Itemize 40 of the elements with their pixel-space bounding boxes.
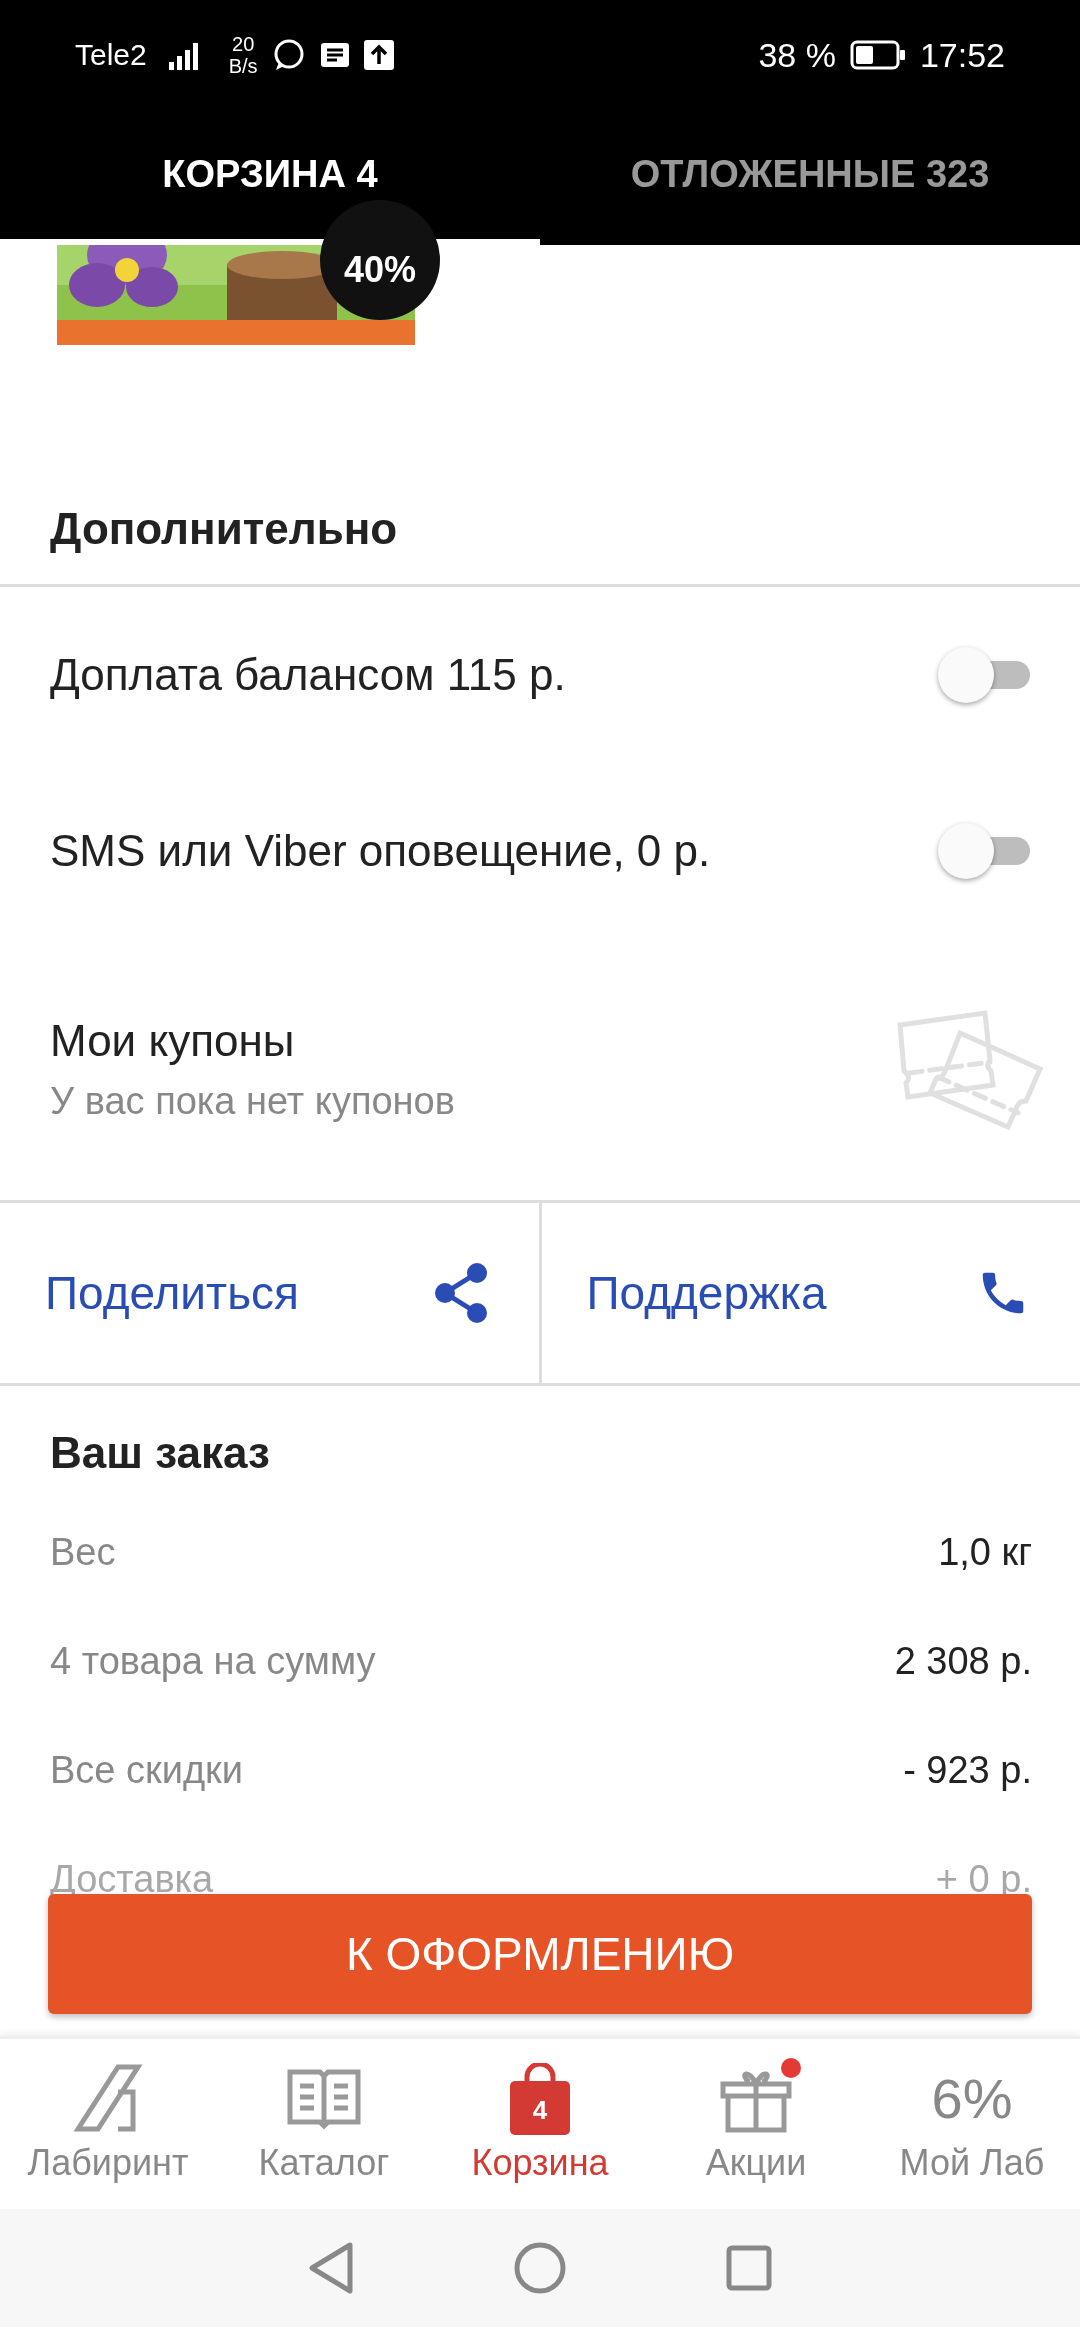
battery-icon	[849, 40, 906, 70]
clock: 17:52	[919, 35, 1005, 75]
message-icon	[319, 41, 350, 69]
book-icon	[286, 2068, 362, 2130]
option-label: SMS или Viber оповещение, 0 р.	[50, 826, 711, 876]
bag-icon	[510, 2063, 570, 2135]
toggle-switch[interactable]	[938, 647, 1030, 703]
section-title: Ваш заказ	[49, 1427, 271, 1479]
battery-percent: 38 %	[758, 35, 836, 75]
net-speed: 20	[232, 33, 255, 55]
carrier-name: Tele2	[75, 38, 147, 72]
net-speed-unit: B/s	[228, 55, 258, 77]
back-icon[interactable]	[308, 2241, 354, 2295]
option-label: Доплата балансом 115 р.	[50, 650, 566, 700]
summary-value: - 923 р.	[903, 1749, 1032, 1792]
summary-label: Все скидки	[50, 1749, 243, 1792]
upload-icon	[363, 40, 394, 70]
checkout-button[interactable]: К ОФОРМЛЕНИЮ	[48, 1894, 1032, 2014]
coupons-title: Мои купоны	[50, 1016, 296, 1066]
home-icon[interactable]	[514, 2242, 566, 2294]
cart-count: 4	[532, 2095, 548, 2125]
toggle-switch[interactable]	[938, 823, 1030, 879]
recents-icon[interactable]	[726, 2245, 772, 2291]
action-button[interactable]: Поделиться	[0, 1203, 539, 1383]
summary-label: Вес	[50, 1531, 116, 1574]
nav-item[interactable]: Каталог	[216, 2039, 432, 2209]
bonus-percent: 6%	[931, 2066, 1013, 2132]
summary-label: 4 товара на сумму	[50, 1640, 376, 1683]
action-button[interactable]: Поддержка	[538, 1203, 1080, 1383]
summary-value: 2 308 р.	[894, 1640, 1032, 1683]
nav-item[interactable]: Акции	[648, 2039, 864, 2209]
share-icon	[432, 1262, 489, 1324]
logo-icon	[73, 2064, 143, 2134]
nav-item[interactable]: 4 Корзина	[432, 2039, 648, 2209]
nav-item[interactable]: Лабиринт	[0, 2039, 216, 2209]
coupons-subtitle: У вас пока нет купонов	[50, 1080, 455, 1123]
summary-value: 1,0 кг	[938, 1531, 1032, 1574]
section-title: Дополнительно	[0, 345, 1080, 587]
nav-item[interactable]: 6% Мой Лаб	[864, 2039, 1080, 2209]
tab[interactable]: ОТЛОЖЕННЫЕ 323	[540, 110, 1080, 245]
